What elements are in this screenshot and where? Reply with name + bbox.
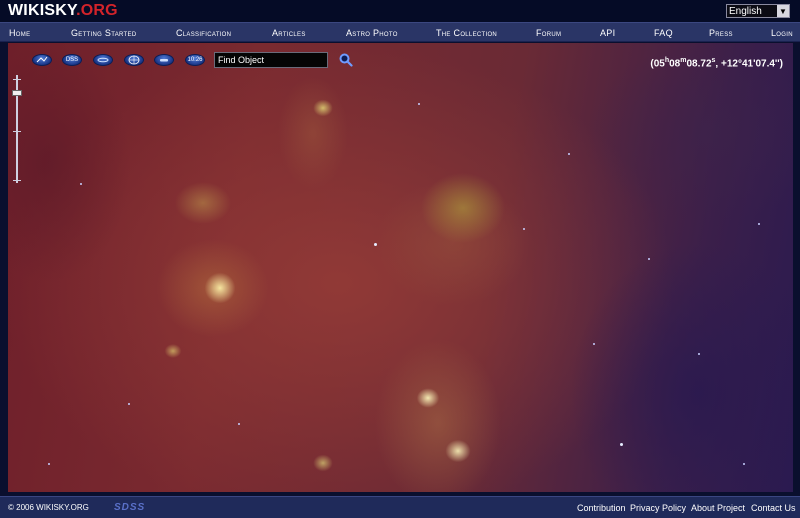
star <box>523 228 525 230</box>
sky-map-view[interactable]: DSS 10:26 (05h08m08.72s, +12°41'07.4'') <box>8 43 793 492</box>
search-icon[interactable] <box>339 53 353 67</box>
coordinates-readout: (05h08m08.72s, +12°41'07.4'') <box>650 57 783 69</box>
star <box>698 353 700 355</box>
zoom-tick <box>13 79 21 80</box>
nav-home[interactable]: Home <box>9 28 30 38</box>
star <box>48 463 50 465</box>
main-nav: Home Getting Started Classification Arti… <box>0 22 800 42</box>
star <box>758 223 760 225</box>
star <box>128 403 130 405</box>
constellation-icon[interactable] <box>32 54 52 66</box>
zoom-thumb[interactable] <box>12 90 22 96</box>
coord-open: (05 <box>650 58 665 70</box>
time-icon[interactable]: 10:26 <box>185 54 205 66</box>
footer-link-contribution[interactable]: Contribution <box>577 503 626 513</box>
galaxy-icon[interactable] <box>93 54 113 66</box>
star <box>80 183 82 185</box>
nav-articles[interactable]: Articles <box>272 28 306 38</box>
find-object-input[interactable] <box>214 52 328 68</box>
nav-classification[interactable]: Classification <box>176 28 231 38</box>
grid-globe-icon[interactable] <box>124 54 144 66</box>
star <box>593 343 595 345</box>
copyright-text: © 2006 WIKISKY.ORG <box>8 503 89 512</box>
nav-login[interactable]: Login <box>771 28 793 38</box>
star <box>238 423 240 425</box>
logo-name: WIKISKY <box>8 2 77 19</box>
star <box>374 243 377 246</box>
star <box>418 103 420 105</box>
language-value: English <box>729 5 762 17</box>
nav-press[interactable]: Press <box>709 28 733 38</box>
coord-dec: , +12°41'07.4'') <box>715 58 783 70</box>
footer-link-about-project[interactable]: About Project <box>691 503 745 513</box>
dss-survey-icon[interactable]: DSS <box>62 54 82 66</box>
zoom-tick <box>13 180 21 181</box>
logo-tld: .ORG <box>76 2 118 19</box>
star <box>620 443 623 446</box>
star <box>743 463 745 465</box>
top-bar: WIKISKY.ORG English ▼ <box>0 0 800 22</box>
star <box>568 153 570 155</box>
zoom-tick <box>13 131 21 132</box>
nav-astro-photo[interactable]: Astro Photo <box>346 28 398 38</box>
star <box>648 258 650 260</box>
telescope-icon[interactable] <box>154 54 174 66</box>
site-logo[interactable]: WIKISKY.ORG <box>8 2 118 20</box>
nav-api[interactable]: API <box>600 28 615 38</box>
nav-getting-started[interactable]: Getting Started <box>71 28 136 38</box>
footer: © 2006 WIKISKY.ORG SDSS Contribution Pri… <box>0 496 800 518</box>
language-select[interactable]: English ▼ <box>726 4 790 18</box>
nav-the-collection[interactable]: The Collection <box>436 28 497 38</box>
nav-forum[interactable]: Forum <box>536 28 561 38</box>
sdss-logo[interactable]: SDSS <box>114 502 145 513</box>
coord-mm: 08 <box>669 58 681 70</box>
chevron-down-icon[interactable]: ▼ <box>777 5 789 17</box>
footer-link-contact-us[interactable]: Contact Us <box>751 503 796 513</box>
nav-faq[interactable]: FAQ <box>654 28 673 38</box>
coord-sec: 08.72 <box>686 58 712 70</box>
footer-link-privacy-policy[interactable]: Privacy Policy <box>630 503 686 513</box>
